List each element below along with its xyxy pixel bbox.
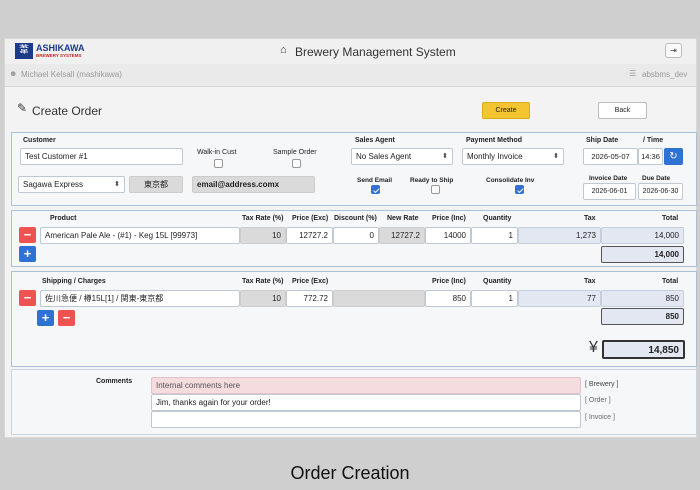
- shipping-blank: [333, 290, 425, 307]
- product-discount[interactable]: 0: [333, 227, 379, 244]
- col-shipping: Shipping / Charges: [42, 278, 106, 285]
- refresh-time-button[interactable]: ↻: [664, 148, 683, 165]
- app-window: 葦 ASHIKAWA BREWERY SYSTEMS ⌂ Brewery Man…: [4, 38, 697, 438]
- shipping-desc[interactable]: 佐川急便 / 樽15L[1] / 関東-東京都: [40, 290, 240, 307]
- product-tax-rate: 10: [240, 227, 286, 244]
- app-title: Brewery Management System: [295, 45, 456, 59]
- walkin-checkbox[interactable]: [214, 159, 223, 168]
- ship-time-label: / Time: [643, 137, 664, 144]
- customer-input[interactable]: Test Customer #1: [20, 148, 183, 165]
- col-new-rate: New Rate: [387, 215, 419, 222]
- col-total: Total: [662, 215, 679, 222]
- product-price-exc[interactable]: 12727.2: [286, 227, 333, 244]
- col-ship-tax-rate: Tax Rate (%): [242, 278, 284, 285]
- back-button[interactable]: Back: [598, 102, 647, 119]
- create-button[interactable]: Create: [482, 102, 530, 119]
- shipping-price-inc[interactable]: 850: [425, 290, 471, 307]
- invoice-comment[interactable]: [151, 411, 581, 428]
- remove-shipping-button[interactable]: −: [19, 290, 36, 306]
- col-ship-price-inc: Price (Inc): [432, 278, 466, 285]
- col-ship-price-exc: Price (Exc): [292, 278, 329, 285]
- sales-agent-select[interactable]: No Sales Agent: [351, 148, 453, 165]
- brewery-comment[interactable]: Internal comments here: [151, 377, 581, 394]
- order-tag: [ Order ]: [585, 397, 611, 404]
- email-field[interactable]: email@address.comx: [192, 176, 315, 193]
- grand-total: 14,850: [602, 340, 685, 359]
- col-product: Product: [50, 215, 77, 222]
- ready-to-ship-checkbox[interactable]: [431, 185, 440, 194]
- shipping-tax-rate: 10: [240, 290, 286, 307]
- logo: 葦 ASHIKAWA BREWERY SYSTEMS: [15, 43, 95, 61]
- col-tax-rate: Tax Rate (%): [242, 215, 284, 222]
- invoice-date-label: Invoice Date: [589, 175, 628, 182]
- due-date-input[interactable]: 2026-06-30: [638, 183, 683, 200]
- shipping-price-exc[interactable]: 772.72: [286, 290, 333, 307]
- shipping-quantity[interactable]: 1: [471, 290, 518, 307]
- page-title: Create Order: [32, 104, 103, 118]
- col-ship-quantity: Quantity: [483, 278, 512, 285]
- home-icon[interactable]: ⌂: [280, 44, 287, 56]
- database-icon: ☰: [629, 69, 637, 78]
- product-price-inc[interactable]: 14000: [425, 227, 471, 244]
- send-email-checkbox[interactable]: [371, 185, 380, 194]
- currency-symbol: ¥: [589, 339, 598, 356]
- invoice-tag: [ Invoice ]: [585, 414, 615, 421]
- caption: Order Creation: [290, 463, 410, 483]
- logo-name: ASHIKAWA: [36, 43, 85, 53]
- logo-mark: 葦: [15, 43, 33, 59]
- shipping-subtotal: 850: [601, 308, 684, 325]
- due-date-label: Due Date: [642, 175, 671, 182]
- product-tax: 1,273: [518, 227, 601, 244]
- user-name: Michael Kelsall (mashikawa): [21, 70, 122, 79]
- col-ship-total: Total: [662, 278, 679, 285]
- ship-date-input[interactable]: 2026-05-07: [583, 148, 638, 165]
- ship-date-label: Ship Date: [586, 137, 619, 144]
- remove-product-button[interactable]: −: [19, 227, 36, 243]
- comments-label: Comments: [96, 378, 133, 385]
- consolidate-label: Consolidate Inv: [486, 177, 535, 184]
- product-select[interactable]: American Pale Ale - (#1) - Keg 15L [9997…: [40, 227, 240, 244]
- add-shipping-button[interactable]: +: [37, 310, 54, 326]
- add-product-button[interactable]: +: [19, 246, 36, 262]
- shipping-tax: 77: [518, 290, 601, 307]
- payment-method-select[interactable]: Monthly Invoice: [462, 148, 564, 165]
- brewery-tag: [ Brewery ]: [585, 381, 619, 388]
- logo-subtitle: BREWERY SYSTEMS: [36, 53, 82, 58]
- consolidate-checkbox[interactable]: [515, 185, 524, 194]
- ready-to-ship-label: Ready to Ship: [410, 177, 454, 184]
- product-total: 14,000: [601, 227, 684, 244]
- sample-order-label: Sample Order: [273, 149, 317, 156]
- walkin-label: Walk-in Cust: [197, 149, 237, 156]
- invoice-date-input[interactable]: 2026-06-01: [583, 183, 636, 200]
- app-title-wrap: ⌂ Brewery Management System: [275, 44, 475, 60]
- col-price-inc: Price (Inc): [432, 215, 466, 222]
- order-comment[interactable]: Jim, thanks again for your order!: [151, 394, 581, 411]
- sales-agent-label: Sales Agent: [355, 137, 395, 144]
- product-new-rate: 12727.2: [379, 227, 425, 244]
- shipping-total: 850: [601, 290, 684, 307]
- user-bar: ☻ Michael Kelsall (mashikawa) ☰ absbms_d…: [5, 64, 696, 87]
- ship-time-input[interactable]: 14:36: [638, 148, 663, 165]
- region-field: 東京都: [129, 176, 183, 193]
- col-tax: Tax: [584, 215, 596, 222]
- products-subtotal: 14,000: [601, 246, 684, 263]
- col-discount: Discount (%): [334, 215, 377, 222]
- send-email-label: Send Email: [357, 177, 393, 184]
- sample-order-checkbox[interactable]: [292, 159, 301, 168]
- payment-method-label: Payment Method: [466, 137, 523, 144]
- remove-charge-button[interactable]: −: [58, 310, 75, 326]
- edit-icon: ✎: [17, 101, 28, 115]
- app-header: 葦 ASHIKAWA BREWERY SYSTEMS ⌂ Brewery Man…: [5, 39, 696, 64]
- customer-label: Customer: [23, 137, 56, 144]
- user-icon: ☻: [9, 69, 18, 78]
- col-price-exc: Price (Exc): [292, 215, 329, 222]
- carrier-select[interactable]: Sagawa Express: [18, 176, 125, 193]
- logout-button[interactable]: ⇥: [665, 43, 682, 58]
- product-quantity[interactable]: 1: [471, 227, 518, 244]
- database-name: absbms_dev: [642, 70, 688, 79]
- col-ship-tax: Tax: [584, 278, 596, 285]
- col-quantity: Quantity: [483, 215, 512, 222]
